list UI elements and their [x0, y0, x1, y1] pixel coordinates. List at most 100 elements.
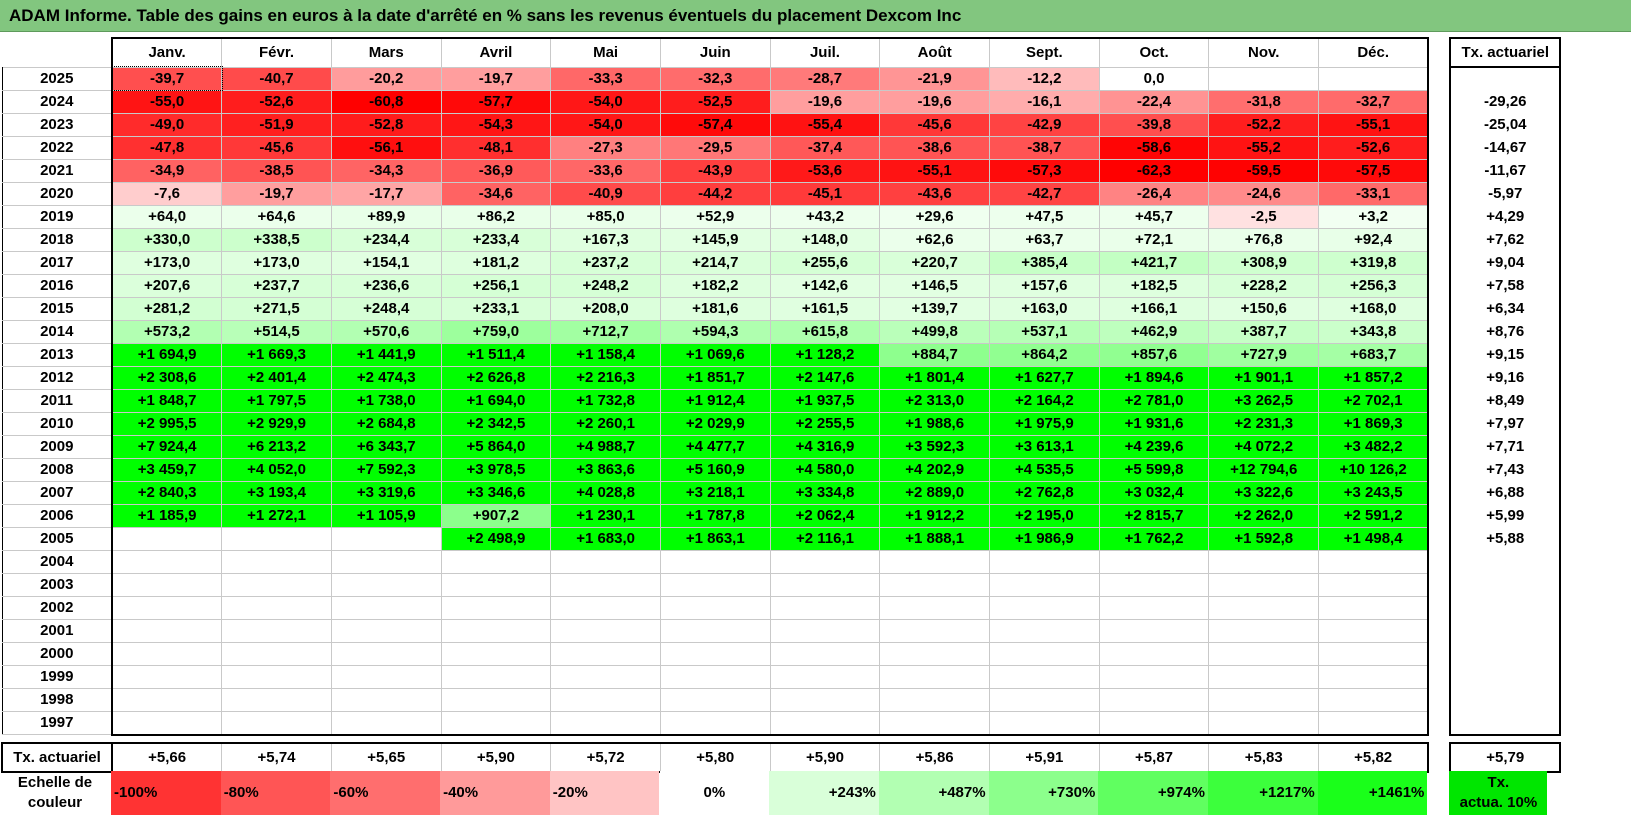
- annual-rate-cell[interactable]: [1449, 711, 1562, 736]
- annual-rate-cell[interactable]: +8,76: [1449, 320, 1562, 343]
- gain-cell[interactable]: -31,8: [1208, 89, 1320, 114]
- month-annual-rate[interactable]: +5,83: [1208, 741, 1320, 773]
- gain-cell[interactable]: -38,5: [221, 158, 332, 183]
- gain-cell[interactable]: [989, 641, 1100, 666]
- gain-cell[interactable]: [1098, 595, 1210, 620]
- gain-cell[interactable]: [1318, 710, 1430, 736]
- gain-cell[interactable]: -12,2: [989, 66, 1100, 91]
- annual-rate-cell[interactable]: +5,99: [1449, 504, 1562, 527]
- month-annual-rate[interactable]: +5,87: [1098, 741, 1210, 773]
- gain-cell[interactable]: [550, 595, 661, 620]
- annual-rate-cell[interactable]: [1449, 619, 1562, 642]
- gain-cell[interactable]: -40,7: [221, 66, 332, 91]
- gain-cell[interactable]: -43,9: [659, 158, 771, 183]
- gain-cell[interactable]: -55,0: [111, 89, 223, 114]
- gain-cell[interactable]: +2 474,3: [330, 365, 442, 390]
- annual-rate-cell[interactable]: [1449, 596, 1562, 619]
- gain-cell[interactable]: [440, 641, 552, 666]
- gain-cell[interactable]: [440, 618, 552, 643]
- annual-rate-cell[interactable]: +7,43: [1449, 458, 1562, 481]
- gain-cell[interactable]: [1208, 66, 1320, 91]
- gain-cell[interactable]: +1 272,1: [221, 503, 332, 528]
- gain-cell[interactable]: +4 316,9: [769, 434, 881, 459]
- gain-cell[interactable]: +281,2: [111, 296, 223, 321]
- gain-cell[interactable]: -7,6: [111, 181, 223, 206]
- gain-cell[interactable]: [989, 618, 1100, 643]
- gain-cell[interactable]: +319,8: [1318, 250, 1430, 275]
- gain-cell[interactable]: [1098, 687, 1210, 712]
- gain-cell[interactable]: -56,1: [330, 135, 442, 160]
- gain-cell[interactable]: +338,5: [221, 227, 332, 252]
- gain-cell[interactable]: -55,1: [879, 158, 990, 183]
- gain-cell[interactable]: -53,6: [769, 158, 881, 183]
- gain-cell[interactable]: -28,7: [769, 66, 881, 91]
- gain-cell[interactable]: +4 988,7: [550, 434, 661, 459]
- gain-cell[interactable]: +2 231,3: [1208, 411, 1320, 436]
- gain-cell[interactable]: [111, 687, 223, 712]
- gain-cell[interactable]: [1098, 641, 1210, 666]
- gain-cell[interactable]: +145,9: [659, 227, 771, 252]
- gain-cell[interactable]: +3 459,7: [111, 457, 223, 482]
- gain-cell[interactable]: +214,7: [659, 250, 771, 275]
- gain-cell[interactable]: [440, 710, 552, 736]
- gain-cell[interactable]: -38,7: [989, 135, 1100, 160]
- gain-cell[interactable]: +1 931,6: [1098, 411, 1210, 436]
- gain-cell[interactable]: +1 128,2: [769, 342, 881, 367]
- gain-cell[interactable]: -39,8: [1098, 112, 1210, 137]
- gain-cell[interactable]: [879, 618, 990, 643]
- gain-cell[interactable]: +1 158,4: [550, 342, 661, 367]
- gain-cell[interactable]: [330, 549, 442, 574]
- gain-cell[interactable]: -55,2: [1208, 135, 1320, 160]
- annual-rate-cell[interactable]: [1449, 67, 1562, 90]
- gain-cell[interactable]: +3 319,6: [330, 480, 442, 505]
- gain-cell[interactable]: +142,6: [769, 273, 881, 298]
- gain-cell[interactable]: [221, 526, 332, 551]
- gain-cell[interactable]: -44,2: [659, 181, 771, 206]
- gain-cell[interactable]: +2 313,0: [879, 388, 990, 413]
- gain-cell[interactable]: [1318, 595, 1430, 620]
- gain-cell[interactable]: +64,0: [111, 204, 223, 229]
- gain-cell[interactable]: +683,7: [1318, 342, 1430, 367]
- gain-cell[interactable]: [550, 572, 661, 597]
- gain-cell[interactable]: 0,0: [1098, 66, 1210, 91]
- gain-cell[interactable]: +1 683,0: [550, 526, 661, 551]
- gain-cell[interactable]: [440, 549, 552, 574]
- gain-cell[interactable]: +2 342,5: [440, 411, 552, 436]
- gain-cell[interactable]: [1208, 710, 1320, 736]
- gain-cell[interactable]: +220,7: [879, 250, 990, 275]
- annual-rate-cell[interactable]: [1449, 550, 1562, 573]
- gain-cell[interactable]: +4 239,6: [1098, 434, 1210, 459]
- gain-cell[interactable]: +615,8: [769, 319, 881, 344]
- gain-cell[interactable]: +6 213,2: [221, 434, 332, 459]
- gain-cell[interactable]: [1098, 618, 1210, 643]
- gain-cell[interactable]: [440, 572, 552, 597]
- annual-rate-cell[interactable]: -25,04: [1449, 113, 1562, 136]
- gain-cell[interactable]: [1318, 618, 1430, 643]
- gain-cell[interactable]: [1208, 687, 1320, 712]
- gain-cell[interactable]: +182,2: [659, 273, 771, 298]
- gain-cell[interactable]: [1098, 549, 1210, 574]
- gain-cell[interactable]: -36,9: [440, 158, 552, 183]
- gain-cell[interactable]: -55,4: [769, 112, 881, 137]
- month-annual-rate[interactable]: +5,72: [550, 741, 661, 773]
- gain-cell[interactable]: -33,3: [550, 66, 661, 91]
- gain-cell[interactable]: [659, 710, 771, 736]
- gain-cell[interactable]: +1 069,6: [659, 342, 771, 367]
- gain-cell[interactable]: -58,6: [1098, 135, 1210, 160]
- gain-cell[interactable]: -33,6: [550, 158, 661, 183]
- gain-cell[interactable]: +2 062,4: [769, 503, 881, 528]
- gain-cell[interactable]: +330,0: [111, 227, 223, 252]
- gain-cell[interactable]: +421,7: [1098, 250, 1210, 275]
- annual-rate-cell[interactable]: +8,49: [1449, 389, 1562, 412]
- gain-cell[interactable]: -51,9: [221, 112, 332, 137]
- gain-cell[interactable]: -52,8: [330, 112, 442, 137]
- gain-cell[interactable]: +76,8: [1208, 227, 1320, 252]
- gain-cell[interactable]: +92,4: [1318, 227, 1430, 252]
- gain-cell[interactable]: [550, 549, 661, 574]
- gain-cell[interactable]: [221, 687, 332, 712]
- annual-rate-cell[interactable]: +6,88: [1449, 481, 1562, 504]
- gain-cell[interactable]: -57,3: [989, 158, 1100, 183]
- gain-cell[interactable]: [221, 572, 332, 597]
- gain-cell[interactable]: +1 230,1: [550, 503, 661, 528]
- month-annual-rate[interactable]: +5,82: [1318, 741, 1430, 773]
